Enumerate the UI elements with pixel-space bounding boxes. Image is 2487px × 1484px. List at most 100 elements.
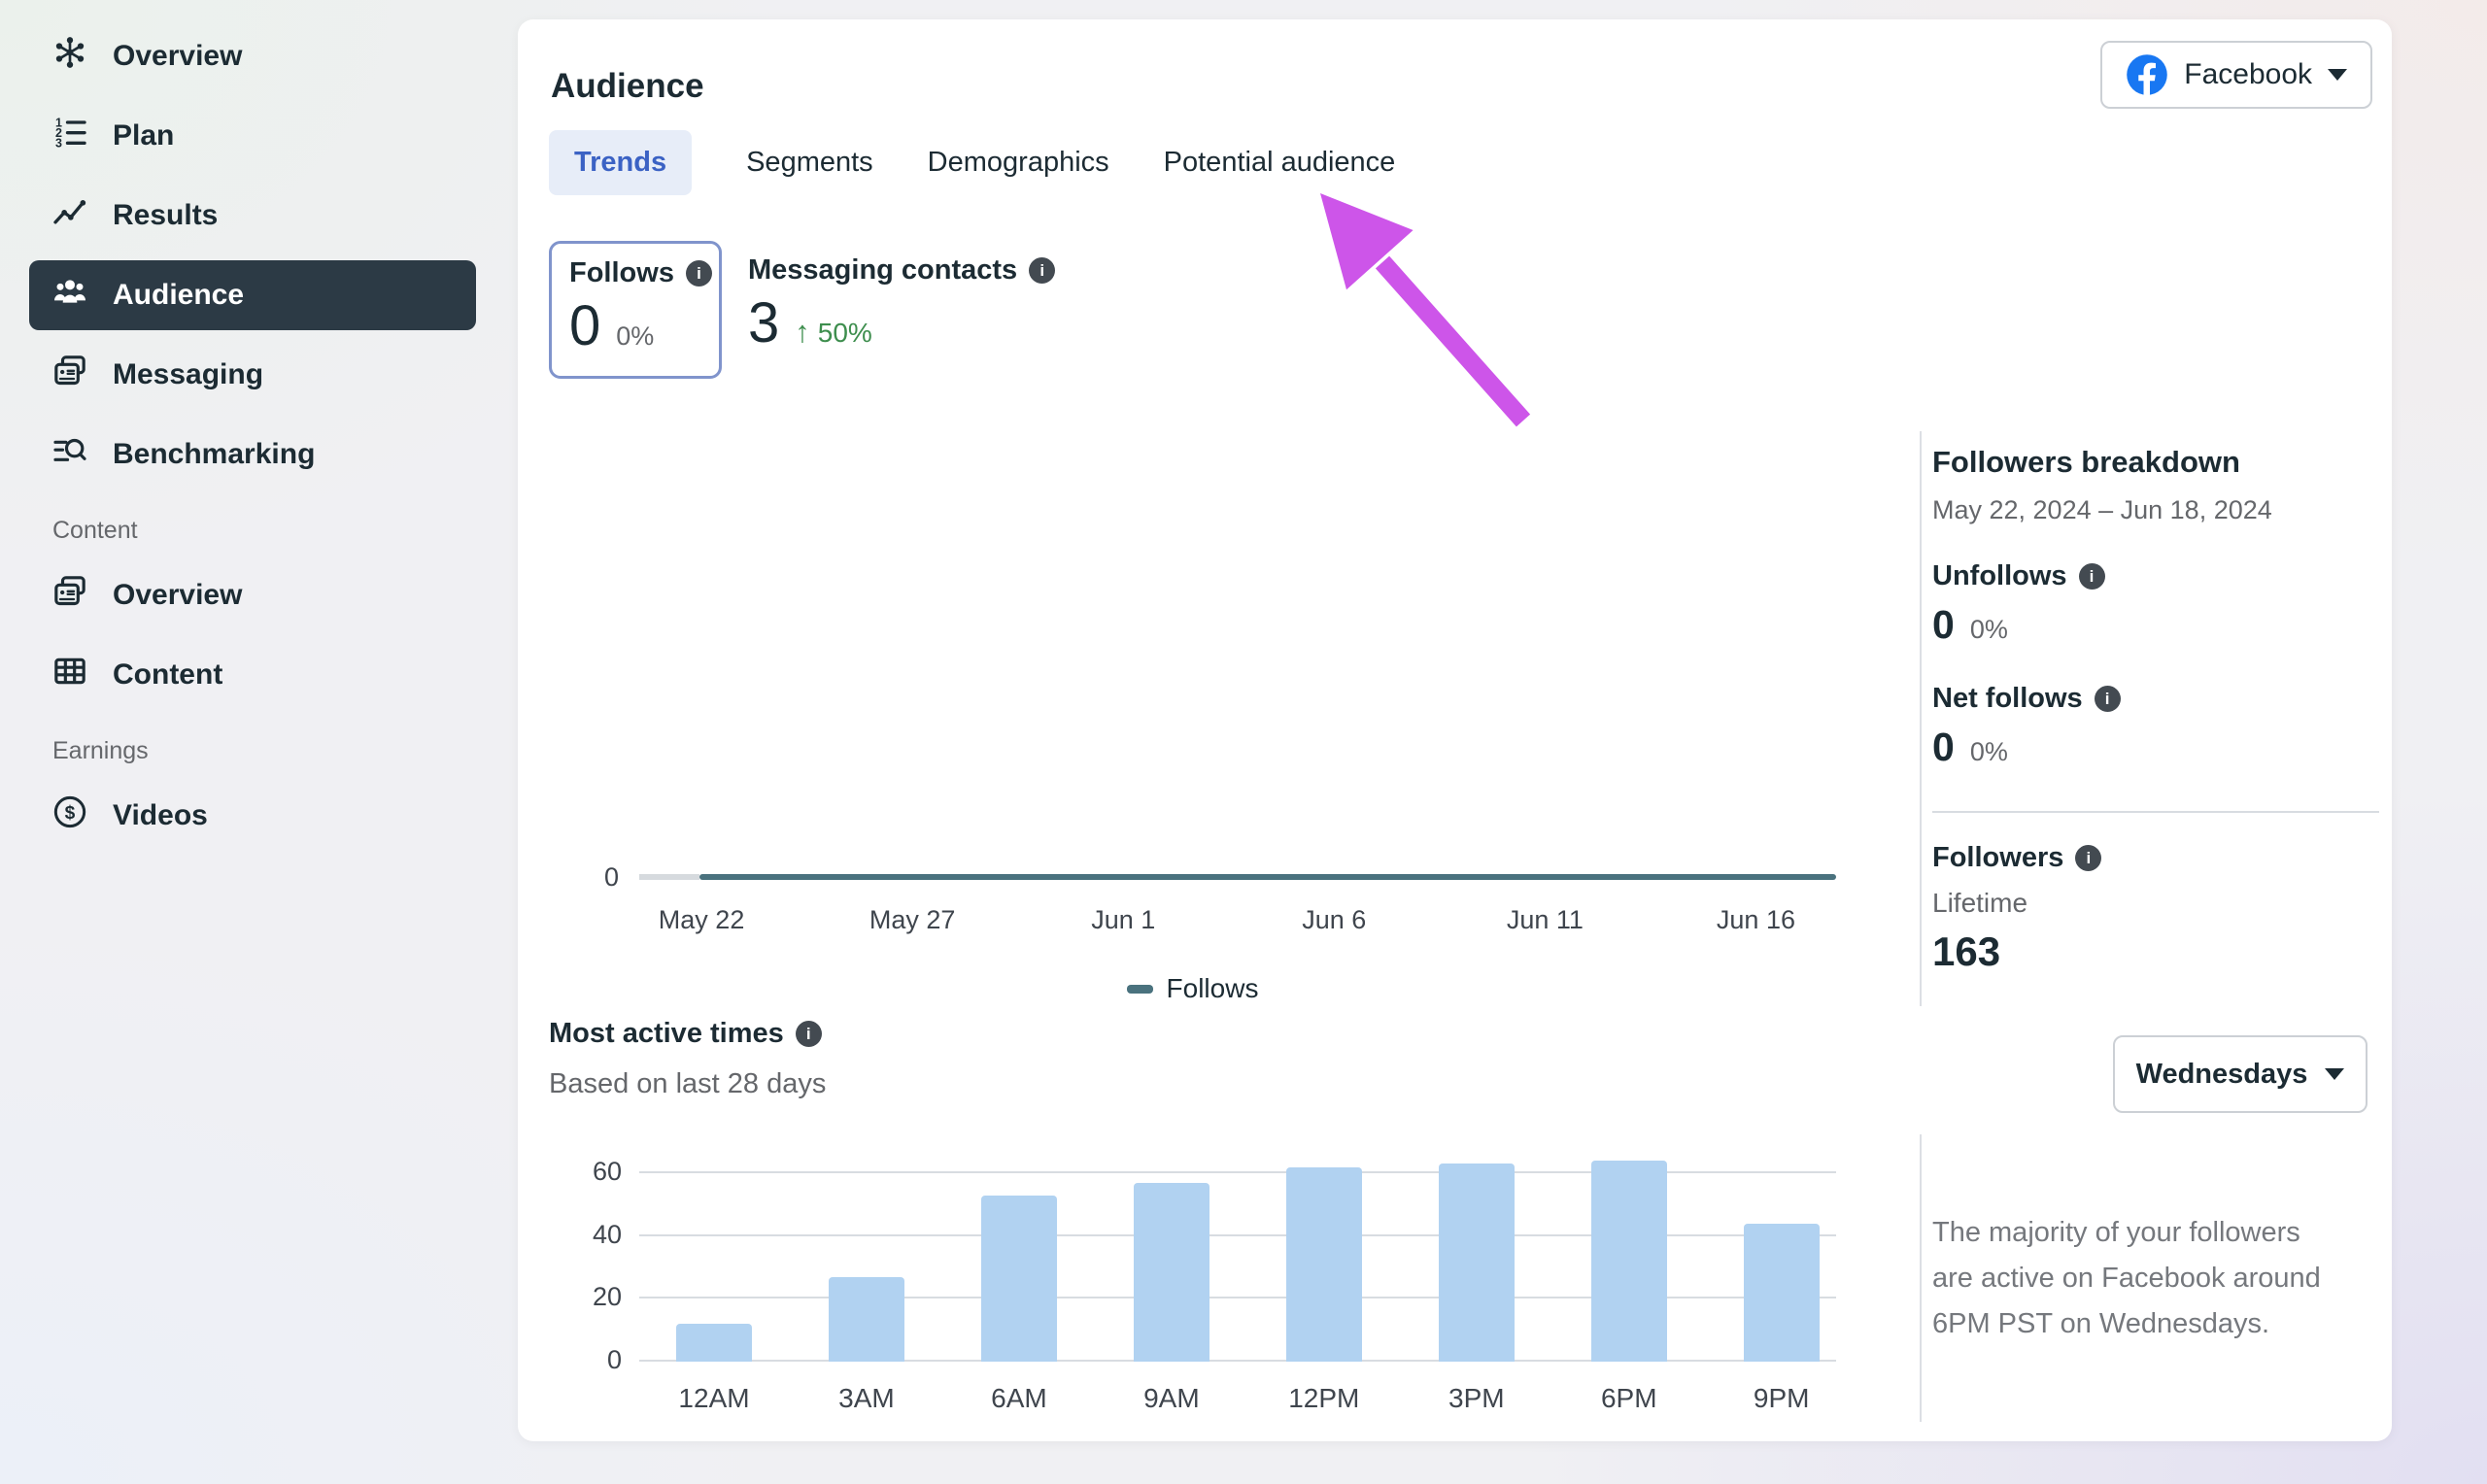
bar-x-tick: 9AM <box>1143 1383 1200 1414</box>
sidebar-section-content: Content <box>52 517 518 545</box>
vertical-divider <box>1920 431 1922 1006</box>
messaging-contacts-delta: 50% <box>818 318 872 349</box>
legend-label: Follows <box>1167 973 1259 1004</box>
followers-label: Followers <box>1932 842 2063 874</box>
sidebar: Overview 1 2 3 Plan Results <box>0 0 518 1484</box>
line-chart-y-tick: 0 <box>580 862 619 893</box>
vertical-divider <box>1920 1134 1922 1422</box>
most-active-times-subtitle: Based on last 28 days <box>549 1068 826 1100</box>
info-icon[interactable]: i <box>2095 686 2121 712</box>
facebook-logo-icon <box>2126 53 2168 96</box>
info-icon[interactable]: i <box>2079 563 2105 590</box>
bar-3PM <box>1439 1164 1515 1362</box>
day-selector-value: Wednesdays <box>2136 1059 2308 1091</box>
insight-text: The majority of your followers are activ… <box>1932 1210 2340 1347</box>
bar-6PM <box>1591 1161 1667 1362</box>
bar-12AM <box>676 1324 752 1362</box>
tab-potential-audience[interactable]: Potential audience <box>1164 130 1396 195</box>
plan-numbered-list-icon: 1 2 3 <box>51 113 89 159</box>
sidebar-item-label: Overview <box>113 579 242 612</box>
line-x-tick: May 27 <box>869 905 956 935</box>
followers-sublabel: Lifetime <box>1932 888 2381 919</box>
line-x-tick: Jun 11 <box>1507 905 1584 935</box>
sidebar-item-label: Benchmarking <box>113 438 315 471</box>
line-x-tick: Jun 16 <box>1717 905 1795 935</box>
sidebar-item-audience[interactable]: Audience <box>29 260 476 330</box>
sidebar-item-label: Results <box>113 199 218 232</box>
sidebar-item-label: Videos <box>113 799 208 832</box>
sidebar-item-plan[interactable]: 1 2 3 Plan <box>29 101 476 171</box>
unfollows-delta: 0% <box>1970 615 2008 645</box>
tab-segments[interactable]: Segments <box>746 130 873 195</box>
trend-up-arrow-icon: ↑ <box>795 315 810 350</box>
bar-y-tick: 40 <box>593 1220 622 1250</box>
net-follows-value: 0 <box>1932 725 1955 770</box>
info-icon[interactable]: i <box>1029 257 1055 284</box>
bar-y-tick: 20 <box>593 1282 622 1312</box>
breakdown-title: Followers breakdown <box>1932 445 2381 480</box>
bar-y-tick: 0 <box>607 1345 622 1375</box>
net-follows-delta: 0% <box>1970 737 2008 767</box>
account-selector-button[interactable]: Facebook <box>2100 41 2372 109</box>
bar-chart-plot: 020406012AM3AM6AM9AM12PM3PM6PM9PM <box>639 1154 1836 1362</box>
bar-x-tick: 3PM <box>1448 1383 1505 1414</box>
info-icon[interactable]: i <box>796 1021 822 1047</box>
follows-line-series <box>699 874 1836 880</box>
chevron-down-icon <box>2325 1068 2344 1080</box>
follows-metric-card[interactable]: Follows i 0 0% <box>549 241 722 379</box>
sidebar-item-messaging[interactable]: Messaging <box>29 340 476 410</box>
bar-x-tick: 12AM <box>678 1383 749 1414</box>
line-chart-xaxis: May 22May 27Jun 1Jun 6Jun 11Jun 16 <box>639 905 1836 944</box>
sidebar-item-content[interactable]: Content <box>29 640 476 710</box>
tabs: Trends Segments Demographics Potential a… <box>549 130 1395 195</box>
svg-text:3: 3 <box>55 137 62 151</box>
follows-metric-delta: 0% <box>616 321 654 352</box>
horizontal-divider <box>1932 811 2379 813</box>
bar-y-tick: 60 <box>593 1157 622 1187</box>
sidebar-item-label: Overview <box>113 40 242 73</box>
followers-breakdown-panel: Followers breakdown May 22, 2024 – Jun 1… <box>1932 445 2381 975</box>
line-chart-axis-lead <box>639 874 699 880</box>
bar-x-tick: 9PM <box>1754 1383 1810 1414</box>
line-x-tick: May 22 <box>659 905 745 935</box>
bar-3AM <box>829 1277 904 1362</box>
sidebar-item-content-overview[interactable]: Overview <box>29 560 476 630</box>
follows-series-swatch <box>1127 985 1153 994</box>
info-icon[interactable]: i <box>2075 845 2101 871</box>
sidebar-item-label: Messaging <box>113 358 263 391</box>
overview-hub-icon <box>51 33 89 80</box>
sidebar-item-videos[interactable]: $ Videos <box>29 781 476 851</box>
tab-demographics[interactable]: Demographics <box>928 130 1109 195</box>
bar-x-tick: 3AM <box>838 1383 895 1414</box>
net-follows-label: Net follows <box>1932 683 2083 715</box>
content-table-icon <box>51 652 89 698</box>
day-selector-button[interactable]: Wednesdays <box>2113 1035 2368 1113</box>
page-title: Audience <box>551 67 704 106</box>
sidebar-item-overview[interactable]: Overview <box>29 21 476 91</box>
bar-9PM <box>1744 1224 1820 1362</box>
sidebar-item-benchmarking[interactable]: Benchmarking <box>29 420 476 489</box>
videos-dollar-icon: $ <box>51 793 89 839</box>
sidebar-item-label: Content <box>113 658 222 691</box>
follows-metric-value: 0 <box>569 297 600 356</box>
followers-lifetime-value: 163 <box>1932 928 2381 975</box>
line-x-tick: Jun 1 <box>1091 905 1155 935</box>
account-name: Facebook <box>2184 58 2312 91</box>
bar-12PM <box>1286 1167 1362 1362</box>
sidebar-item-results[interactable]: Results <box>29 181 476 251</box>
unfollows-value: 0 <box>1932 602 1955 648</box>
chevron-down-icon <box>2328 69 2347 81</box>
bar-x-tick: 6PM <box>1601 1383 1657 1414</box>
annotation-arrow <box>1285 170 1577 452</box>
messaging-contacts-metric[interactable]: Messaging contacts i 3 ↑ 50% <box>731 254 1055 354</box>
messaging-contacts-value: 3 <box>748 294 779 354</box>
bar-6AM <box>981 1196 1057 1362</box>
messaging-contacts-label: Messaging contacts <box>748 254 1017 287</box>
unfollows-label: Unfollows <box>1932 560 2067 592</box>
tab-trends[interactable]: Trends <box>549 130 692 195</box>
info-icon[interactable]: i <box>686 260 712 287</box>
bar-9AM <box>1134 1183 1209 1362</box>
sidebar-section-earnings: Earnings <box>52 737 518 765</box>
messaging-cards-icon <box>51 352 89 398</box>
content-overview-cards-icon <box>51 572 89 619</box>
